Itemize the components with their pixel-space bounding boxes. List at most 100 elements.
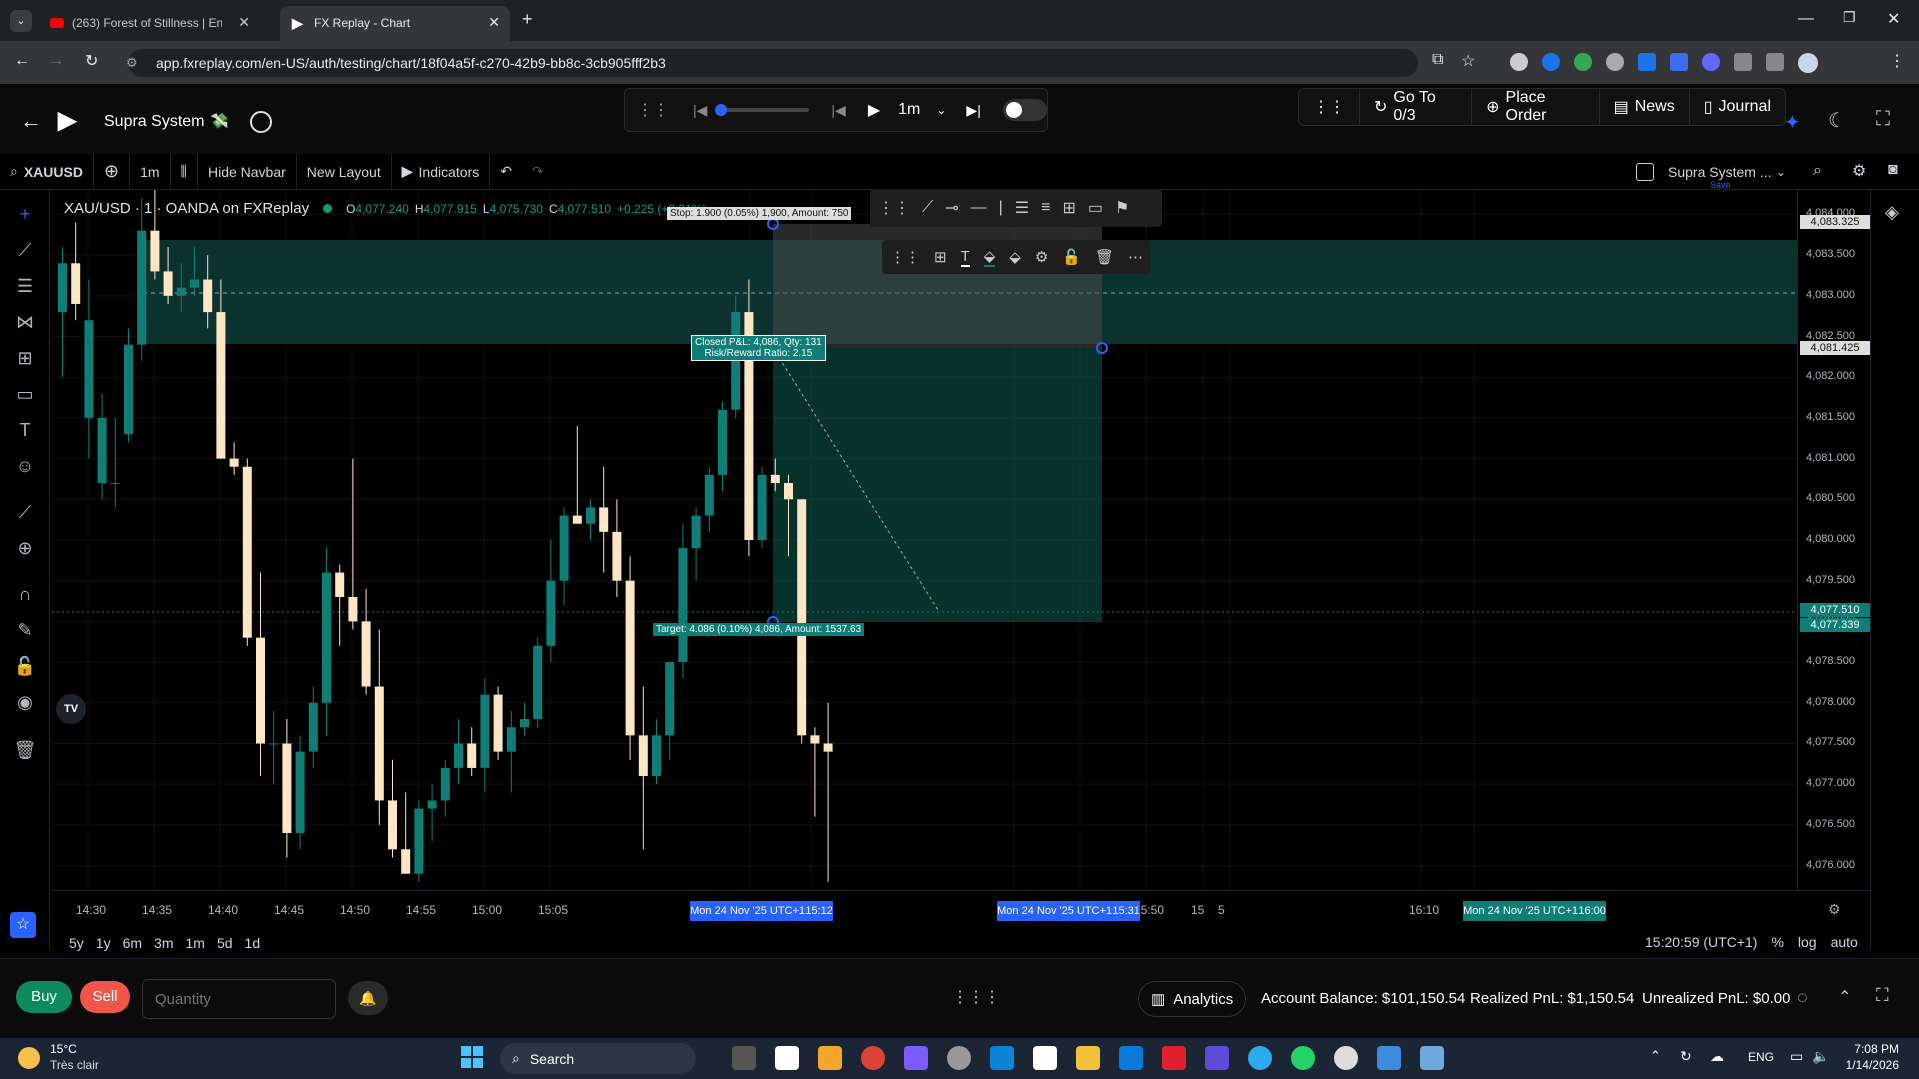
journal-button[interactable]: ▯ Journal [1690, 88, 1785, 126]
range-3m[interactable]: 3m [154, 935, 173, 951]
browser-tab-youtube[interactable]: (263) Forest of Stillness | En ✕ [38, 6, 260, 41]
undo-button[interactable]: ↶ [490, 154, 522, 190]
taskbar-search[interactable]: ⌕ Search [500, 1043, 696, 1074]
flag-icon[interactable]: ⚑ [1115, 198, 1129, 218]
profile-avatar[interactable] [1798, 53, 1818, 73]
chevron-up-icon[interactable]: ⌃ [1838, 987, 1851, 1007]
ai-sparkle-icon[interactable]: ✦ [1784, 110, 1801, 135]
tradingview-app-icon[interactable] [775, 1046, 799, 1070]
analytics-button[interactable]: ▥ Analytics [1138, 981, 1247, 1017]
telegram-icon[interactable] [1248, 1046, 1272, 1070]
browser-menu-icon[interactable]: ⋮ [1889, 51, 1905, 71]
extension-icon[interactable] [1542, 53, 1560, 71]
whatsapp-icon[interactable] [1291, 1046, 1315, 1070]
symbol-search[interactable]: ⌕ XAUUSD [0, 153, 94, 190]
play-icon[interactable]: ▶ [868, 100, 880, 120]
file-explorer-icon[interactable] [1076, 1046, 1100, 1070]
step-forward-icon[interactable]: ▶| [966, 102, 980, 119]
drag-handle-icon[interactable]: ⋮⋮⋮ [952, 987, 1000, 1007]
magnet-icon[interactable]: ∩ [13, 582, 37, 606]
range-1y[interactable]: 1y [96, 935, 111, 951]
chevron-down-icon[interactable]: ⌄ [936, 103, 946, 117]
restore-icon[interactable]: ❐ [1843, 9, 1856, 26]
chart-clock[interactable]: 15:20:59 (UTC+1) [1645, 934, 1757, 950]
clock-time[interactable]: 7:08 PM [1849, 1042, 1899, 1056]
more-icon[interactable]: ⋯ [1128, 248, 1143, 266]
app-icon[interactable] [990, 1046, 1014, 1070]
volume-icon[interactable]: 🔈 [1812, 1048, 1829, 1065]
text-color-icon[interactable]: T [960, 248, 970, 267]
extension-icon[interactable] [1606, 53, 1624, 71]
hide-navbar-button[interactable]: Hide Navbar [198, 153, 297, 190]
fib-icon[interactable]: ☰ [13, 274, 37, 298]
layout-selector[interactable]: Supra System ... Save ⌄ [1636, 154, 1786, 190]
favorites-star-icon[interactable]: ☆ [10, 912, 36, 938]
news-button[interactable]: ▤ News [1600, 88, 1690, 126]
stop-color-icon[interactable]: ⬙ [1009, 248, 1021, 266]
app-icon[interactable] [1420, 1046, 1444, 1070]
clock-date[interactable]: 1/14/2026 [1839, 1058, 1899, 1072]
reload-icon[interactable]: ↻ [85, 51, 98, 71]
crosshair-icon[interactable]: + [13, 202, 37, 226]
trend-line-icon[interactable]: ⟋ [922, 199, 933, 217]
task-view-icon[interactable] [732, 1046, 756, 1070]
log-scale-toggle[interactable]: log [1798, 934, 1817, 950]
template-icon[interactable]: ⊞ [934, 248, 947, 266]
back-icon[interactable]: ← [14, 52, 30, 70]
emoji-icon[interactable]: ☺ [13, 454, 37, 478]
price-axis[interactable]: 4,084.000 4,083.500 4,083.000 4,082.500 4,08… [1797, 190, 1870, 890]
lock-icon[interactable]: 🔓 [1062, 248, 1081, 266]
rectangle-icon[interactable]: ▭ [1088, 198, 1103, 218]
replay-start-icon[interactable]: |◀ [693, 102, 707, 119]
bookmark-star-icon[interactable]: ☆ [1461, 51, 1475, 71]
trend-line-icon[interactable]: ⟋ [13, 238, 37, 262]
sell-button[interactable]: Sell [80, 981, 130, 1013]
fill-color-icon[interactable]: ⬙ [983, 247, 996, 267]
network-icon[interactable]: ▭ [1790, 1048, 1803, 1065]
windows-start-icon[interactable] [461, 1046, 483, 1068]
replay-timeframe[interactable]: 1m [898, 101, 920, 119]
extensions-puzzle-icon[interactable] [1734, 53, 1752, 71]
indicators-button[interactable]: ▶ Indicators [392, 153, 491, 190]
layers-icon[interactable]: ◈ [1885, 202, 1899, 223]
range-5d[interactable]: 5d [217, 935, 233, 951]
alert-bell-icon[interactable]: 🔔 [348, 981, 388, 1015]
fullscreen-icon[interactable]: ⛶ [1876, 108, 1890, 131]
app-icon[interactable] [904, 1046, 928, 1070]
extension-icon[interactable] [1510, 53, 1528, 71]
chart-pane[interactable]: XAU/USD · 1 · OANDA on FXReplay O 4,077.2… [52, 189, 1797, 890]
fib-channel-icon[interactable]: ≡ [1041, 199, 1050, 217]
quick-search-icon[interactable]: ⌕ [1813, 162, 1822, 180]
back-arrow-icon[interactable]: ← [20, 108, 42, 134]
app-icon[interactable] [1334, 1046, 1358, 1070]
browser-tab-fxreplay[interactable]: ▶ FX Replay - Chart ✕ [280, 6, 510, 41]
trash-icon[interactable]: 🗑 [13, 738, 37, 762]
extension-icon[interactable] [1574, 53, 1592, 71]
parallel-channel-icon[interactable]: ☰ [1015, 198, 1029, 218]
ruler-icon[interactable]: ⟋ [13, 500, 37, 524]
axis-settings-icon[interactable]: ⚙ [1828, 901, 1841, 918]
hide-values-icon[interactable]: ◌ [1797, 987, 1808, 1008]
new-layout-button[interactable]: New Layout [297, 153, 392, 190]
replay-slider-knob[interactable] [715, 104, 728, 116]
close-window-icon[interactable]: ✕ [1887, 9, 1900, 29]
extension-icon[interactable] [1702, 53, 1720, 71]
auto-play-toggle[interactable] [1002, 99, 1047, 121]
lock-icon[interactable]: 🔓 [13, 654, 37, 678]
chart-settings-icon[interactable]: ⚙ [1852, 161, 1866, 181]
zoom-in-icon[interactable]: ⊕ [13, 536, 37, 560]
site-info-icon[interactable]: ⚙ [126, 49, 138, 77]
goto-button[interactable]: ↻ Go To 0/3 [1360, 88, 1473, 126]
app-icon[interactable] [1162, 1046, 1186, 1070]
auto-scale-toggle[interactable]: auto [1831, 934, 1858, 950]
store-icon[interactable] [1119, 1046, 1143, 1070]
step-back-icon[interactable]: |◀ [831, 102, 845, 119]
notion-icon[interactable] [1033, 1046, 1057, 1070]
weather-icon[interactable] [18, 1047, 40, 1069]
app-icon[interactable] [1377, 1046, 1401, 1070]
chevron-up-icon[interactable]: ⌃ [1650, 1048, 1661, 1064]
horizontal-ray-icon[interactable]: ⊸ [945, 198, 958, 218]
new-tab-icon[interactable]: + [522, 9, 533, 30]
settings-gear-icon[interactable]: ⚙ [1035, 248, 1048, 266]
chart-canvas[interactable] [52, 190, 1797, 890]
